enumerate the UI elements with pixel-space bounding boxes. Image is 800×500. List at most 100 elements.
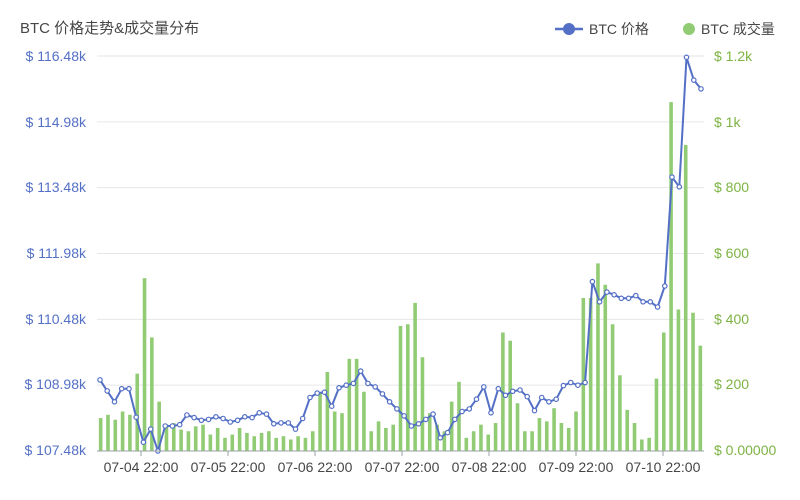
price-point[interactable] [285,420,292,426]
price-point[interactable] [560,382,567,389]
volume-bar[interactable] [106,414,110,451]
price-point[interactable] [553,396,560,403]
price-point[interactable] [654,304,661,310]
price-point[interactable] [430,411,436,417]
volume-bar[interactable] [252,436,257,451]
volume-bar[interactable] [479,424,483,451]
price-point[interactable] [111,398,118,405]
price-point[interactable] [546,398,552,405]
price-point[interactable] [509,388,516,395]
price-point[interactable] [321,389,328,396]
volume-bar[interactable] [486,434,491,451]
price-point[interactable] [408,423,415,429]
volume-bar[interactable] [610,324,615,451]
price-point[interactable] [575,382,581,389]
price-point[interactable] [278,420,284,426]
price-point[interactable] [640,298,646,305]
legend-item-price[interactable]: BTC 价格 [555,21,649,37]
volume-bar[interactable] [640,439,644,451]
price-point[interactable] [386,398,393,405]
price-point[interactable] [531,407,538,414]
price-point[interactable] [307,394,313,401]
volume-bar[interactable] [618,375,622,451]
volume-bar[interactable] [559,423,564,451]
volume-bar[interactable] [669,102,673,451]
price-point[interactable] [357,368,364,374]
price-point[interactable] [176,421,183,428]
volume-bar[interactable] [201,424,205,451]
price-point[interactable] [596,298,603,305]
volume-bar[interactable] [406,324,410,451]
volume-bar[interactable] [683,144,688,451]
price-point[interactable] [690,77,697,83]
price-point[interactable] [314,390,321,396]
price-point[interactable] [205,416,212,423]
volume-bar[interactable] [362,391,366,451]
volume-bar[interactable] [391,424,395,451]
volume-bar[interactable] [303,437,308,451]
price-point[interactable] [466,406,473,412]
price-point[interactable] [227,419,234,425]
volume-bar[interactable] [186,431,191,451]
volume-bar[interactable] [347,358,352,451]
volume-bar[interactable] [113,419,118,451]
price-point[interactable] [350,380,357,387]
volume-bar[interactable] [566,427,571,451]
volume-bar[interactable] [676,309,681,451]
volume-bar[interactable] [193,426,198,451]
volume-bar[interactable] [289,439,293,451]
volume-bar[interactable] [398,325,403,451]
volume-bar[interactable] [552,408,556,451]
price-point[interactable] [611,291,617,298]
price-point[interactable] [299,415,306,422]
volume-bar[interactable] [340,413,344,451]
volume-bar[interactable] [208,434,213,451]
volume-bar[interactable] [310,431,315,451]
volume-bar[interactable] [691,312,695,451]
volume-bar[interactable] [332,411,337,452]
price-point[interactable] [97,377,103,383]
price-point[interactable] [169,423,176,429]
volume-bar[interactable] [574,411,578,452]
volume-bar[interactable] [230,434,235,451]
volume-bar[interactable] [530,431,534,451]
volume-bar[interactable] [413,302,417,451]
price-point[interactable] [444,429,451,436]
volume-bar[interactable] [354,358,359,451]
volume-bar[interactable] [632,423,637,451]
volume-bar[interactable] [464,437,469,451]
price-point[interactable] [661,283,668,289]
volume-bar[interactable] [515,403,520,451]
price-point[interactable] [488,409,494,416]
volume-bar[interactable] [267,431,271,451]
price-point[interactable] [220,415,226,422]
price-point[interactable] [234,417,241,424]
price-point[interactable] [328,403,335,410]
price-point[interactable] [147,426,154,432]
volume-bar[interactable] [215,427,220,451]
price-point[interactable] [394,406,400,412]
volume-bar[interactable] [581,297,586,451]
price-point[interactable] [567,379,574,386]
volume-bar[interactable] [296,436,300,451]
price-point[interactable] [133,414,140,421]
legend-item-volume[interactable]: BTC 成交量 [683,21,775,37]
price-point[interactable] [538,394,545,401]
price-point[interactable] [589,278,596,285]
price-point[interactable] [213,413,219,420]
price-point[interactable] [669,174,675,180]
price-point[interactable] [625,295,632,302]
price-point[interactable] [379,391,386,397]
price-point[interactable] [480,384,487,390]
volume-bar[interactable] [142,278,147,451]
price-point[interactable] [343,382,350,389]
volume-bar[interactable] [523,431,527,451]
volume-bar[interactable] [537,418,542,451]
price-point[interactable] [495,385,502,392]
volume-bar[interactable] [508,340,512,451]
price-point[interactable] [473,396,480,403]
price-point[interactable] [415,420,422,427]
volume-bar[interactable] [237,427,242,451]
volume-bar[interactable] [259,432,264,451]
volume-bar[interactable] [223,437,227,451]
